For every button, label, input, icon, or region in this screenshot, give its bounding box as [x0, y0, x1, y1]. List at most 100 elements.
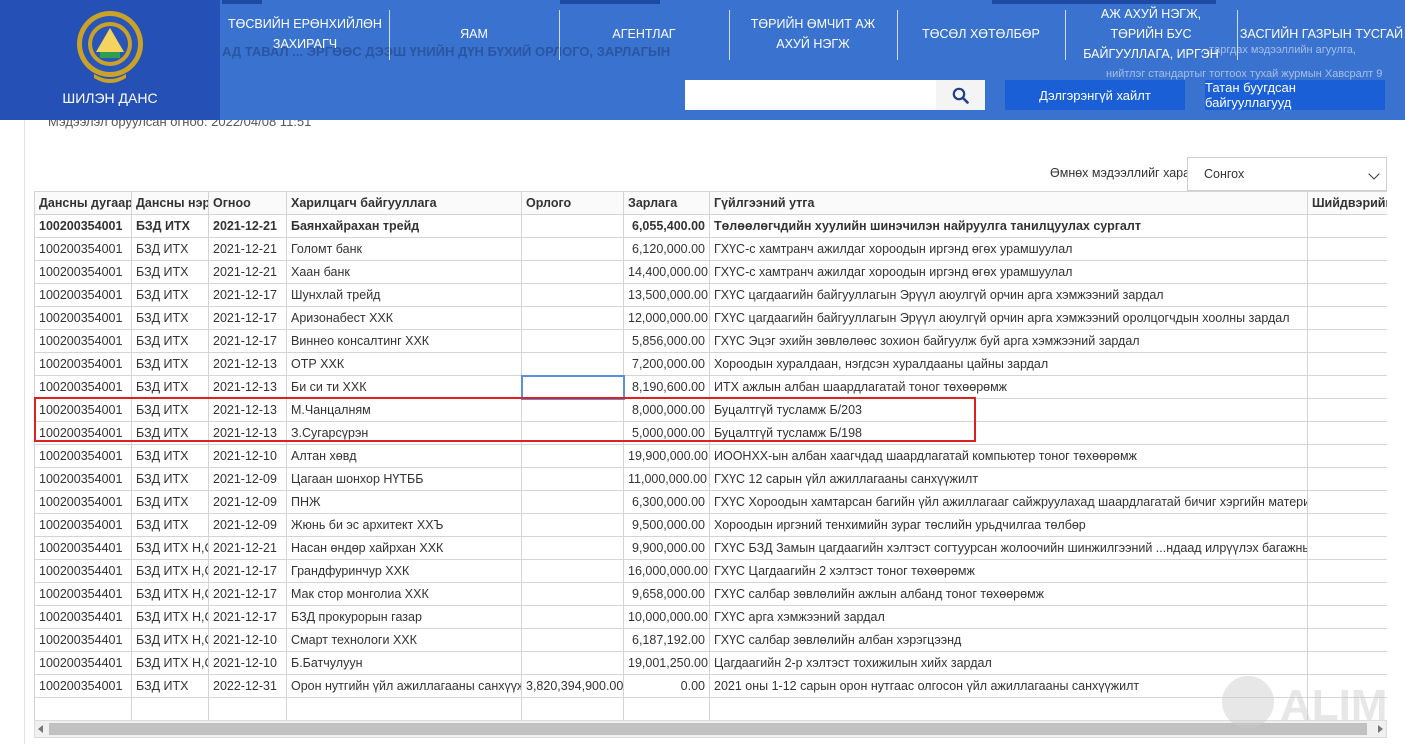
table-row[interactable]: 100200354001 БЗД ИТХ 2021-12-21 Хаан банк 14… [34, 260, 1387, 284]
table-cell [521, 237, 624, 261]
table-cell [1307, 582, 1387, 606]
table-cell [1307, 605, 1387, 629]
table-cell [131, 697, 209, 720]
table-cell [521, 559, 624, 583]
table-cell: М.Чанцалням [286, 398, 522, 422]
table-cell: 2021-12-17 [208, 582, 287, 606]
table-cell [1307, 352, 1387, 376]
previous-info-select[interactable]: Сонгох [1187, 157, 1387, 191]
table-cell [521, 490, 624, 514]
select-value: Сонгох [1204, 167, 1245, 181]
liquidated-orgs-button[interactable]: Татан буугдсан байгууллагууд [1205, 80, 1385, 110]
table-row[interactable]: 100200354401 БЗД ИТХ Н,С 2021-12-10 Б.Батчу… [34, 651, 1387, 675]
table-cell: 10,000,000.00 [623, 605, 710, 629]
table-row[interactable]: 100200354001 БЗД ИТХ 2021-12-17 Шунхлай тре… [34, 283, 1387, 307]
logo-block[interactable]: ШИЛЭН ДАНС [0, 0, 220, 120]
nav-government-special[interactable]: ЗАСГИЙН ГАЗРЫН ТУСГАЙ [1238, 0, 1405, 68]
table-row[interactable]: 100200354401 БЗД ИТХ Н,С 2021-12-17 Мак сто… [34, 582, 1387, 606]
table-row[interactable]: 100200354001 БЗД ИТХ 2021-12-21 Баянхайраха… [34, 214, 1387, 238]
column-header[interactable]: Гүйлгээний утга [709, 191, 1308, 215]
column-header[interactable]: Шийдвэрийн х [1307, 191, 1387, 215]
table-row[interactable]: 100200354001 БЗД ИТХ 2021-12-17 Аризонабест… [34, 306, 1387, 330]
table-cell: Буцалтгүй тусламж Б/203 [709, 398, 1308, 422]
table-cell: 7,200,000.00 [623, 352, 710, 376]
table-row[interactable]: 100200354401 БЗД ИТХ Н,С 2021-12-21 Насан ө… [34, 536, 1387, 560]
table-row[interactable]: 100200354401 БЗД ИТХ Н,С 2021-12-17 БЗД про… [34, 605, 1387, 629]
table-cell [520, 374, 625, 400]
nav-budget-managers[interactable]: ТӨСВИЙН ЕРӨНХИЙЛӨН ЗАХИРАГЧ [222, 0, 388, 68]
table-cell: 3,820,394,900.00 [521, 674, 624, 698]
table-row[interactable]: 100200354001 БЗД ИТХ 2021-12-13 Би си ти ХХ… [34, 374, 1387, 400]
table-cell [521, 398, 624, 422]
table-cell: БЗД ИТХ [131, 375, 209, 399]
column-header[interactable]: Дансны нэр [131, 191, 209, 215]
table-row[interactable]: 100200354001 БЗД ИТХ 2021-12-09 Жюнь би эс … [34, 513, 1387, 537]
nav-agencies[interactable]: АГЕНТЛАГ [560, 0, 728, 68]
table-row[interactable]: 100200354401 БЗД ИТХ Н,С 2021-12-10 Смарт т… [34, 628, 1387, 652]
table-cell: 100200354001 [34, 490, 132, 514]
table-row[interactable]: 100200354001 БЗД ИТХ 2021-12-17 Виннео конс… [34, 329, 1387, 353]
table-cell: 5,856,000.00 [623, 329, 710, 353]
scroll-left-icon[interactable] [38, 725, 43, 733]
table-row[interactable]: 100200354001 БЗД ИТХ 2021-12-13 ОТР ХХК 7,20… [34, 352, 1387, 376]
scrollbar-thumb[interactable] [49, 723, 1367, 735]
table-row[interactable]: 100200354001 БЗД ИТХ 2022-12-31 Орон нутгий… [34, 674, 1387, 698]
table-row[interactable]: 100200354001 БЗД ИТХ 2021-12-09 ПНЖ 6,300,00… [34, 490, 1387, 514]
table-cell: Грандфуринчур ХХК [286, 559, 522, 583]
search-input[interactable] [685, 80, 936, 110]
table-cell: ГХҮС БЗД Замын цагдаагийн хэлтэст согтуу… [709, 536, 1308, 560]
table-row[interactable] [34, 697, 1387, 720]
table-cell: Насан өндөр хайрхан ХХК [286, 536, 522, 560]
table-row[interactable]: 100200354001 БЗД ИТХ 2021-12-09 Цагаан шонх… [34, 467, 1387, 491]
table-cell: 2021-12-09 [208, 513, 287, 537]
table-cell: Виннео консалтинг ХХК [286, 329, 522, 353]
table-cell: Б.Батчулуун [286, 651, 522, 675]
nav-projects-programs[interactable]: ТӨСӨЛ ХӨТӨЛБӨР [898, 0, 1064, 68]
nav-ministries[interactable]: ЯАМ [390, 0, 558, 68]
table-row[interactable]: 100200354001 БЗД ИТХ 2021-12-13 М.Чанцалням… [34, 398, 1387, 422]
table-cell [521, 605, 624, 629]
column-header[interactable]: Харилцагч байгууллага [286, 191, 522, 215]
table-cell: БЗД ИТХ [131, 283, 209, 307]
table-cell: 2021-12-10 [208, 628, 287, 652]
table-cell: 2021-12-21 [208, 237, 287, 261]
transactions-table-container[interactable]: Дансны дугаар Дансны нэр Огноо Харилцагч… [34, 191, 1387, 720]
column-header[interactable]: Дансны дугаар [34, 191, 132, 215]
table-cell [521, 283, 624, 307]
table-row[interactable]: 100200354001 БЗД ИТХ 2021-12-10 Алтан хөвд 1… [34, 444, 1387, 468]
table-cell: Алтан хөвд [286, 444, 522, 468]
column-header[interactable]: Зарлага [623, 191, 710, 215]
table-cell: БЗД ИТХ [131, 421, 209, 445]
table-cell: 16,000,000.00 [623, 559, 710, 583]
table-cell: БЗД ИТХ [131, 260, 209, 284]
table-cell: ПНЖ [286, 490, 522, 514]
table-row[interactable]: 100200354001 БЗД ИТХ 2021-12-21 Голомт банк… [34, 237, 1387, 261]
advanced-search-button[interactable]: Дэлгэрэнгүй хайлт [1005, 80, 1185, 110]
table-cell: 9,500,000.00 [623, 513, 710, 537]
table-row[interactable]: 100200354401 БЗД ИТХ Н,С 2021-12-17 Грандфу… [34, 559, 1387, 583]
table-cell: 2021-12-13 [208, 421, 287, 445]
table-cell [34, 697, 132, 720]
table-cell: Хаан банк [286, 260, 522, 284]
table-cell [521, 628, 624, 652]
table-cell: ГХҮС Эцэг эхийн зөвлөлөөс зохион байгуул… [709, 329, 1308, 353]
horizontal-scrollbar[interactable] [34, 720, 1387, 738]
table-cell [1307, 214, 1387, 238]
table-cell [1307, 628, 1387, 652]
column-header[interactable]: Орлого [521, 191, 624, 215]
table-cell: ГХҮС арга хэмжээний зардал [709, 605, 1308, 629]
table-cell: 100200354401 [34, 605, 132, 629]
column-header[interactable]: Огноо [208, 191, 287, 215]
table-cell: БЗД ИТХ [131, 352, 209, 376]
table-cell: 2021-12-21 [208, 260, 287, 284]
table-row[interactable]: 100200354001 БЗД ИТХ 2021-12-13 З.Сугарсүрэ… [34, 421, 1387, 445]
table-cell: 6,120,000.00 [623, 237, 710, 261]
search-button[interactable] [936, 80, 985, 110]
table-cell: 9,900,000.00 [623, 536, 710, 560]
nav-businesses-ngos-citizens[interactable]: АЖ АХУЙ НЭГЖ, ТӨРИЙН БУС БАЙГУУЛЛАГА, ИР… [1066, 0, 1236, 68]
nav-state-owned-enterprises[interactable]: ТӨРИЙН ӨМЧИТ АЖ АХУЙ НЭГЖ [730, 0, 896, 68]
table-cell: ГХҮС-с хамтранч ажилдаг хороодын иргэнд … [709, 237, 1308, 261]
table-cell: Мак стор монголиа ХХК [286, 582, 522, 606]
search-icon [952, 87, 969, 104]
table-cell: 100200354001 [34, 444, 132, 468]
